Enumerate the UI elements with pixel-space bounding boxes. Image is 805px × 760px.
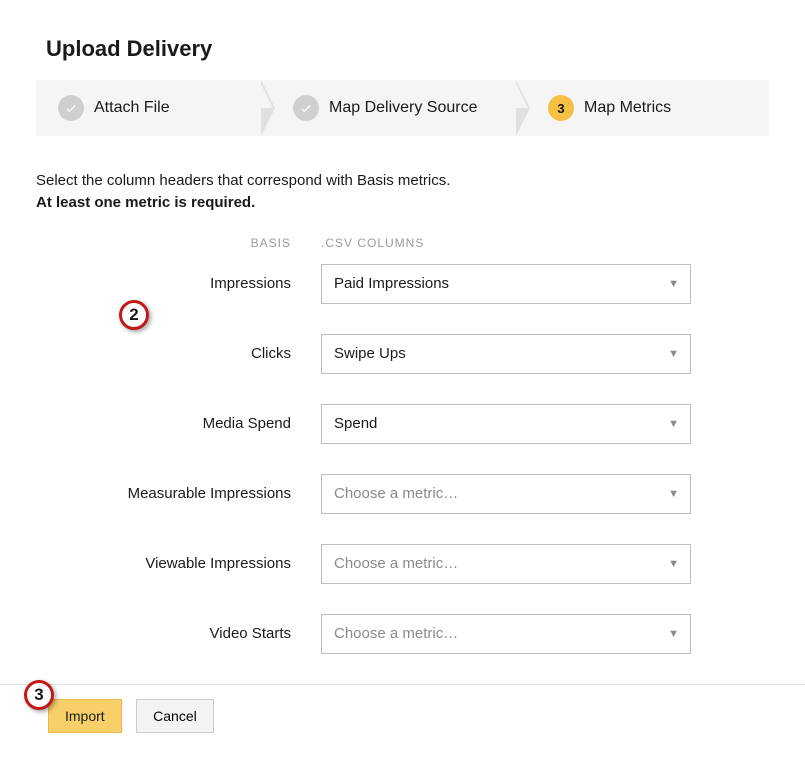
metric-row: ClicksSwipe Ups▼	[36, 334, 769, 374]
stepper: Attach File Map Delivery Source 3 Map Me…	[36, 80, 769, 136]
check-icon	[58, 95, 84, 121]
csv-column-header: .CSV COLUMNS	[321, 236, 424, 250]
metric-row: ImpressionsPaid Impressions▼	[36, 264, 769, 304]
metric-label: Media Spend	[36, 415, 321, 432]
metric-label: Viewable Impressions	[36, 555, 321, 572]
upload-delivery-page: Upload Delivery Attach File Map Delivery…	[0, 0, 805, 733]
metric-label: Measurable Impressions	[36, 485, 321, 502]
metric-select[interactable]: Swipe Ups	[321, 334, 691, 374]
metric-select[interactable]: Paid Impressions	[321, 264, 691, 304]
metric-select-wrap: Choose a metric…▼	[321, 474, 691, 514]
footer: Import Cancel	[0, 684, 805, 733]
metric-label: Video Starts	[36, 625, 321, 642]
metric-row: Media SpendSpend▼	[36, 404, 769, 444]
metric-row: Video StartsChoose a metric…▼	[36, 614, 769, 654]
step-map-metrics: 3 Map Metrics	[526, 80, 769, 136]
intro-text: Select the column headers that correspon…	[36, 170, 769, 214]
metric-label: Impressions	[36, 275, 321, 292]
metric-select-wrap: Swipe Ups▼	[321, 334, 691, 374]
metric-select-wrap: Spend▼	[321, 404, 691, 444]
metric-select-wrap: Choose a metric…▼	[321, 544, 691, 584]
step-label: Map Metrics	[584, 99, 671, 117]
metric-select[interactable]: Choose a metric…	[321, 544, 691, 584]
step-number-badge: 3	[548, 95, 574, 121]
annotation-marker-2: 2	[119, 300, 149, 330]
cancel-button[interactable]: Cancel	[136, 699, 214, 733]
metric-select[interactable]: Choose a metric…	[321, 474, 691, 514]
metric-select[interactable]: Spend	[321, 404, 691, 444]
intro-line-2: At least one metric is required.	[36, 192, 769, 214]
check-icon	[293, 95, 319, 121]
step-label: Map Delivery Source	[329, 99, 478, 117]
metric-select-wrap: Choose a metric…▼	[321, 614, 691, 654]
import-button[interactable]: Import	[48, 699, 122, 733]
metric-select[interactable]: Choose a metric…	[321, 614, 691, 654]
metric-label: Clicks	[36, 345, 321, 362]
metric-row: Measurable ImpressionsChoose a metric…▼	[36, 474, 769, 514]
step-map-delivery-source: Map Delivery Source	[271, 80, 526, 136]
intro-line-1: Select the column headers that correspon…	[36, 170, 769, 192]
basis-column-header: BASIS	[36, 236, 321, 250]
column-headers: BASIS .CSV COLUMNS	[36, 236, 769, 250]
step-label: Attach File	[94, 99, 170, 117]
step-attach-file: Attach File	[36, 80, 271, 136]
metric-select-wrap: Paid Impressions▼	[321, 264, 691, 304]
annotation-marker-3: 3	[24, 680, 54, 710]
page-title: Upload Delivery	[46, 36, 769, 62]
metric-row: Viewable ImpressionsChoose a metric…▼	[36, 544, 769, 584]
